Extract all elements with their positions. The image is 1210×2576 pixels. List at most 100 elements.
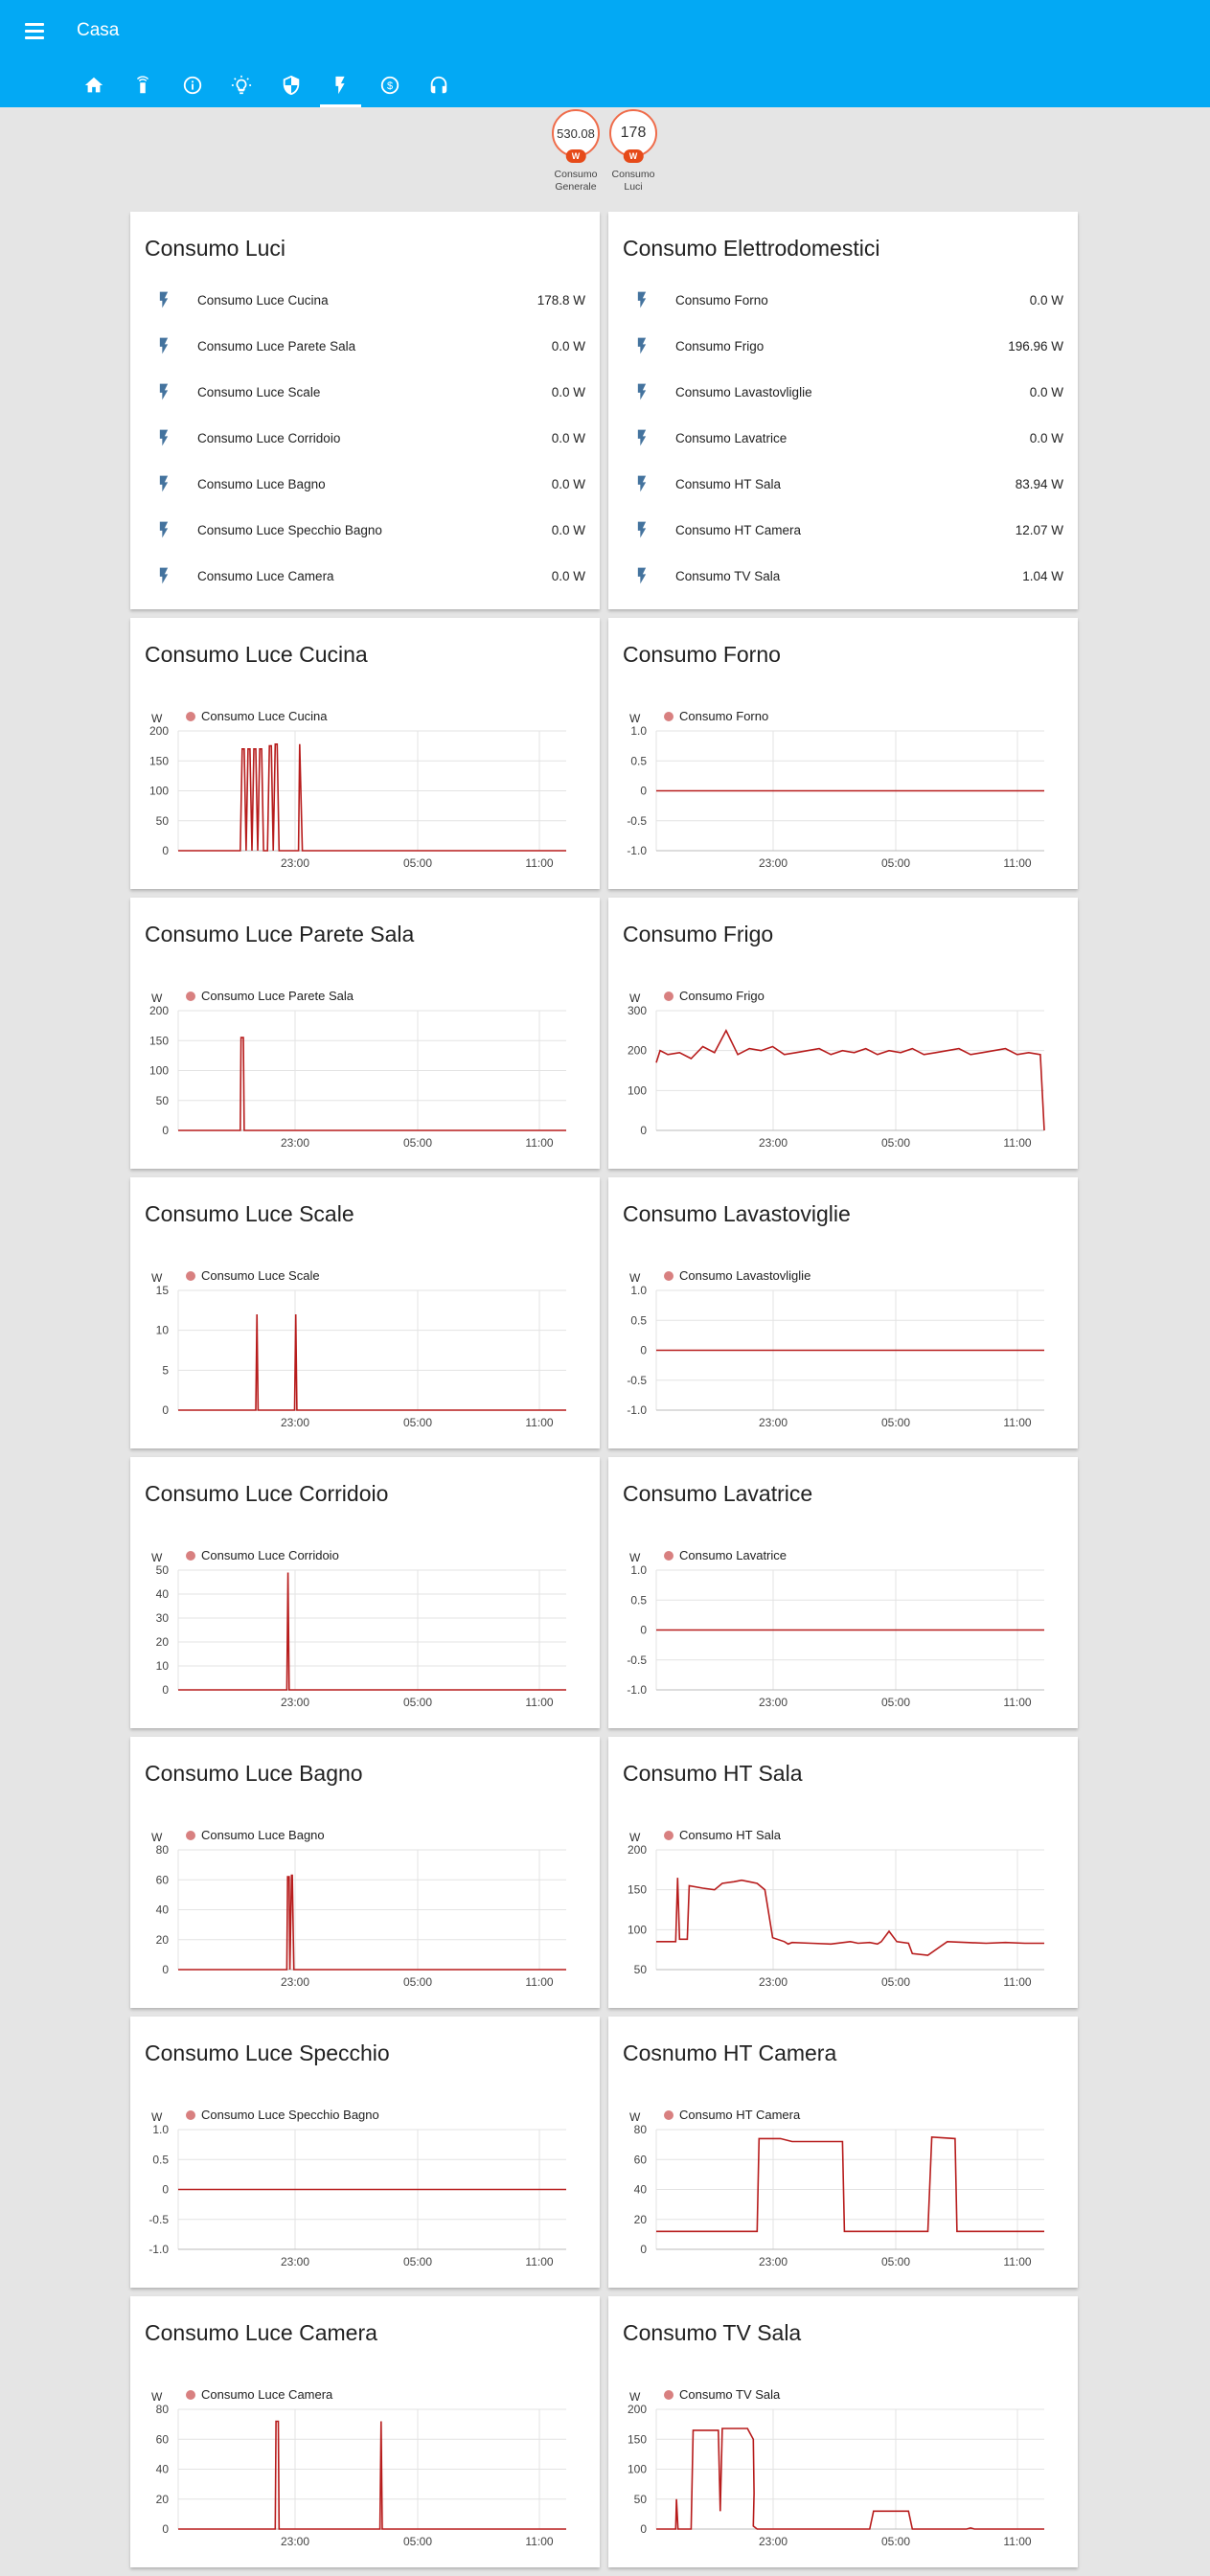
history-graph-card: Consumo Luce Specchio W Consumo Luce Specc…: [130, 2017, 600, 2288]
series-line[interactable]: [178, 1037, 566, 1131]
y-tick-label: 200: [628, 1843, 647, 1857]
badge-label: Consumo Generale: [551, 169, 601, 194]
x-tick-label: 05:00: [881, 1696, 910, 1709]
y-tick-label: 200: [628, 1044, 647, 1058]
badge-consumo-generale[interactable]: 530.08 W Consumo Generale: [551, 109, 601, 194]
entity-row[interactable]: Consumo Frigo 196.96 W: [608, 327, 1078, 365]
y-tick-label: 0: [640, 2243, 647, 2256]
chart-plot: 0 50 100 150 200 23:00 05:00 11:00: [149, 1004, 566, 1150]
entity-name: Consumo Frigo: [675, 339, 765, 353]
history-graph-card: Consumo Luce Parete Sala W Consumo Luce Pa…: [130, 898, 600, 1169]
tab-home[interactable]: [69, 63, 119, 107]
tab-energy[interactable]: [316, 63, 366, 107]
series-line[interactable]: [178, 742, 566, 852]
y-tick-label: 0: [640, 1124, 647, 1137]
history-graph-card: Consumo Forno W Consumo Forno -1.0 -0.5 0 0.5 1…: [608, 618, 1078, 889]
series-line[interactable]: [178, 1313, 566, 1411]
series-line[interactable]: [656, 2428, 1044, 2530]
entity-row[interactable]: Consumo HT Camera 12.07 W: [608, 511, 1078, 549]
entity-row[interactable]: Consumo Luce Bagno 0.0 W: [130, 465, 600, 503]
entity-row[interactable]: Consumo Luce Parete Sala 0.0 W: [130, 327, 600, 365]
badge-consumo-luci[interactable]: 178 W Consumo Luci: [608, 109, 658, 194]
entity-row[interactable]: Consumo TV Sala 1.04 W: [608, 557, 1078, 595]
entity-row[interactable]: Consumo Forno 0.0 W: [608, 281, 1078, 319]
entity-row[interactable]: Consumo Luce Specchio Bagno 0.0 W: [130, 511, 600, 549]
y-tick-label: -0.5: [627, 814, 647, 828]
y-tick-label: -1.0: [627, 1683, 647, 1697]
entities-card: Consumo Elettrodomestici Consumo Forno 0.0…: [608, 212, 1078, 609]
flash-icon: [159, 475, 169, 492]
entities-card: Consumo Luci Consumo Luce Cucina 178.8 W Co…: [130, 212, 600, 609]
y-tick-label: 200: [149, 724, 169, 738]
chart-plot: 0 5 10 15 23:00 05:00 11:00: [156, 1284, 566, 1429]
x-tick-label: 23:00: [281, 1136, 309, 1150]
card-title: Consumo Luce Parete Sala: [145, 922, 415, 946]
flash-icon: [159, 291, 169, 308]
tab-security[interactable]: [266, 63, 316, 107]
badge-circle: 178 W: [609, 109, 657, 163]
y-tick-label: 150: [628, 2432, 647, 2446]
state-badges: 530.08 W Consumo Generale 178 W Consumo …: [551, 109, 658, 194]
x-tick-label: 11:00: [1003, 1136, 1031, 1150]
entity-row[interactable]: Consumo Luce Scale 0.0 W: [130, 373, 600, 411]
tab-lights[interactable]: [217, 63, 267, 107]
history-graph-card: Consumo Lavastoviglie W Consumo Lavastovli…: [608, 1177, 1078, 1448]
y-tick-label: 0.5: [630, 754, 647, 767]
y-tick-label: 60: [156, 1873, 170, 1886]
history-graph-card: Consumo Luce Bagno W Consumo Luce Bagno 0 20…: [130, 1737, 600, 2008]
badge-circle: 530.08 W: [552, 109, 600, 163]
flash-icon: [159, 383, 169, 400]
x-tick-label: 23:00: [759, 1416, 788, 1429]
y-tick-label: 150: [149, 1034, 169, 1047]
entity-value: 12.07 W: [1015, 523, 1063, 537]
card-title: Consumo Lavastoviglie: [623, 1201, 851, 1226]
history-graph-card: Consumo Frigo W Consumo Frigo 0 100 200 300 23:…: [608, 898, 1078, 1169]
card-title: Consumo Luce Camera: [145, 2320, 377, 2345]
series-line[interactable]: [178, 1874, 566, 1971]
entity-row[interactable]: Consumo HT Sala 83.94 W: [608, 465, 1078, 503]
menu-icon[interactable]: [23, 19, 46, 42]
tab-info[interactable]: [168, 63, 217, 107]
x-tick-label: 05:00: [403, 2535, 432, 2548]
entity-value: 0.0 W: [1029, 293, 1063, 308]
x-tick-label: 11:00: [1003, 1416, 1031, 1429]
entity-row[interactable]: Consumo Lavatrice 0.0 W: [608, 419, 1078, 457]
series-line[interactable]: [178, 2420, 566, 2530]
x-tick-label: 05:00: [881, 856, 910, 870]
history-graph-card: Consumo Luce Scale W Consumo Luce Scale 0 5 1…: [130, 1177, 600, 1448]
x-tick-label: 05:00: [403, 1416, 432, 1429]
y-tick-label: 200: [149, 1004, 169, 1017]
entity-row[interactable]: Consumo Luce Corridoio 0.0 W: [130, 419, 600, 457]
chart-plot: 0 20 40 60 80 23:00 05:00 11:00: [156, 2403, 566, 2548]
chart-plot: 0 20 40 60 80 23:00 05:00 11:00: [156, 1843, 566, 1989]
x-tick-label: 05:00: [881, 1975, 910, 1989]
shield-icon: [283, 75, 299, 96]
x-tick-label: 23:00: [759, 2535, 788, 2548]
y-tick-label: -0.5: [627, 1653, 647, 1667]
tab-media[interactable]: [415, 63, 465, 107]
entity-row[interactable]: Consumo Luce Cucina 178.8 W: [130, 281, 600, 319]
series-line[interactable]: [656, 2135, 1044, 2233]
badge-unit: W: [623, 149, 644, 163]
entity-value: 0.0 W: [551, 523, 585, 537]
entity-value: 196.96 W: [1008, 339, 1063, 353]
y-tick-label: 0.5: [152, 2153, 169, 2166]
series-line[interactable]: [178, 1572, 566, 1691]
x-tick-label: 11:00: [525, 1136, 553, 1150]
badge-unit: W: [565, 149, 586, 163]
badge-label-line2: Generale: [555, 181, 597, 193]
history-graph-card: Consumo Luce Corridoio W Consumo Luce Corr…: [130, 1457, 600, 1728]
flash-icon: [637, 521, 647, 538]
y-tick-label: 0: [162, 1683, 169, 1697]
entity-row[interactable]: Consumo Luce Camera 0.0 W: [130, 557, 600, 595]
series-line[interactable]: [655, 1029, 1045, 1131]
entity-row[interactable]: Consumo Lavastovliglie 0.0 W: [608, 373, 1078, 411]
tab-currency[interactable]: $: [365, 63, 415, 107]
tab-remote[interactable]: [119, 63, 169, 107]
chart-plot: -1.0 -0.5 0 0.5 1.0 23:00 05:00 11:00: [627, 1563, 1044, 1709]
x-tick-label: 05:00: [881, 2535, 910, 2548]
chart-plot: 0 100 200 300 23:00 05:00 11:00: [628, 1004, 1045, 1150]
badge-label-line1: Consumo: [554, 169, 598, 180]
chart-plot: 0 10 20 30 40 50 23:00 05:00 11:00: [156, 1563, 566, 1709]
card-title: Consumo Elettrodomestici: [623, 236, 880, 261]
